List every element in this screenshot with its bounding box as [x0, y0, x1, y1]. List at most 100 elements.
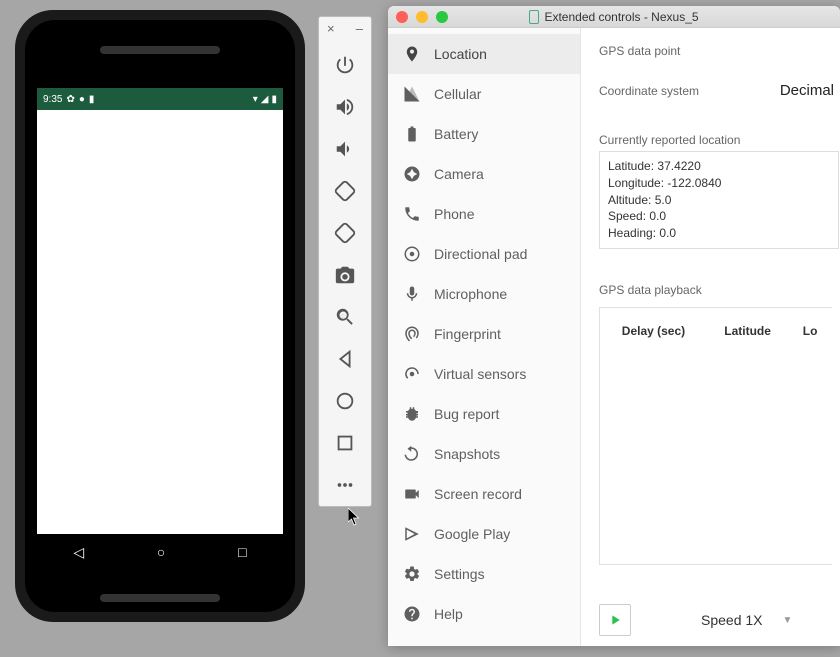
overview-icon[interactable]	[334, 432, 356, 454]
sidebar-item-google-play[interactable]: Google Play	[388, 514, 580, 554]
alt-label: Altitude:	[608, 193, 651, 207]
col-longitude[interactable]: Lo	[790, 310, 830, 352]
home-icon[interactable]	[334, 390, 356, 412]
sidebar-item-label: Help	[434, 606, 463, 622]
sidebar-item-label: Microphone	[434, 286, 507, 302]
wifi-icon: ▾	[253, 94, 258, 105]
extended-controls-window: Extended controls - Nexus_5 Location Cel…	[388, 6, 840, 646]
emulator-device-frame: 9:35 ✿ ● ▮ ▾ ◢ ▮ ◁ ○ □	[15, 10, 305, 622]
lon-value: -122.0840	[667, 176, 721, 190]
sidebar-item-dpad[interactable]: Directional pad	[388, 234, 580, 274]
speed-select[interactable]: Speed 1X ▼	[701, 612, 792, 628]
window-zoom-button[interactable]	[436, 11, 448, 23]
sidebar-item-location[interactable]: Location	[388, 34, 580, 74]
microphone-icon	[402, 285, 422, 303]
gear-icon	[402, 565, 422, 583]
sidebar-item-label: Camera	[434, 166, 484, 182]
nav-back-icon[interactable]: ◁	[73, 544, 84, 561]
sidebar-item-screen-record[interactable]: Screen record	[388, 474, 580, 514]
sidebar-item-label: Google Play	[434, 526, 510, 542]
record-icon	[402, 485, 422, 503]
playback-heading: GPS data playback	[599, 283, 840, 297]
sidebar-item-cellular[interactable]: Cellular	[388, 74, 580, 114]
coord-system-select[interactable]: Decimal	[774, 78, 840, 103]
sidebar-item-virtual-sensors[interactable]: Virtual sensors	[388, 354, 580, 394]
col-delay[interactable]: Delay (sec)	[602, 310, 705, 352]
rotate-right-icon[interactable]	[334, 222, 356, 244]
sidebar-item-label: Battery	[434, 126, 478, 142]
fingerprint-icon	[402, 325, 422, 343]
back-icon[interactable]	[334, 348, 356, 370]
battery-icon: ▮	[271, 94, 277, 105]
app-viewport[interactable]	[37, 110, 283, 534]
lat-label: Latitude:	[608, 159, 654, 173]
sidebar-item-bug-report[interactable]: Bug report	[388, 394, 580, 434]
power-icon[interactable]	[334, 54, 356, 76]
window-close-button[interactable]	[396, 11, 408, 23]
android-status-bar: 9:35 ✿ ● ▮ ▾ ◢ ▮	[37, 88, 283, 110]
sidebar-item-label: Location	[434, 46, 487, 62]
device-inner: 9:35 ✿ ● ▮ ▾ ◢ ▮ ◁ ○ □	[25, 20, 295, 612]
sidebar-item-label: Snapshots	[434, 446, 500, 462]
window-app-icon	[529, 10, 539, 24]
gps-data-point-heading: GPS data point	[599, 44, 840, 58]
extended-controls-content: GPS data point Coordinate system Decimal…	[581, 28, 840, 646]
sidebar-item-label: Phone	[434, 206, 474, 222]
signal-icon: ◢	[261, 94, 269, 105]
cellular-icon	[402, 85, 422, 103]
device-screen[interactable]: 9:35 ✿ ● ▮ ▾ ◢ ▮ ◁ ○ □	[37, 88, 283, 570]
window-titlebar[interactable]: Extended controls - Nexus_5	[388, 6, 840, 28]
volume-up-icon[interactable]	[334, 96, 356, 118]
speed-label: Speed 1X	[701, 612, 763, 628]
google-play-icon	[402, 525, 422, 543]
playback-table: Delay (sec) Latitude Lo	[599, 307, 832, 565]
zoom-icon[interactable]	[334, 306, 356, 328]
nav-home-icon[interactable]: ○	[157, 544, 165, 560]
hdg-label: Heading:	[608, 226, 656, 240]
sidebar-item-label: Screen record	[434, 486, 522, 502]
sidebar-item-battery[interactable]: Battery	[388, 114, 580, 154]
android-nav-bar: ◁ ○ □	[37, 534, 283, 570]
help-icon	[402, 605, 422, 623]
play-button[interactable]	[599, 604, 631, 636]
window-minimize-button[interactable]	[416, 11, 428, 23]
status-time: 9:35	[43, 94, 62, 105]
emulator-toolbar: × –	[318, 16, 372, 507]
reported-location-box: Latitude: 37.4220 Longitude: -122.0840 A…	[599, 151, 839, 249]
dpad-icon	[402, 245, 422, 263]
cursor-icon	[348, 508, 362, 526]
lock-status-icon: ▮	[89, 94, 95, 105]
sidebar-item-label: Settings	[434, 566, 485, 582]
sidebar-item-label: Fingerprint	[434, 326, 501, 342]
sidebar-item-camera[interactable]: Camera	[388, 154, 580, 194]
bug-icon	[402, 405, 422, 423]
volume-down-icon[interactable]	[334, 138, 356, 160]
alt-value: 5.0	[655, 193, 672, 207]
sidebar-item-label: Cellular	[434, 86, 481, 102]
camera-icon	[402, 165, 422, 183]
spd-value: 0.0	[649, 209, 666, 223]
sidebar-item-phone[interactable]: Phone	[388, 194, 580, 234]
sidebar-item-help[interactable]: Help	[388, 594, 580, 634]
hdg-value: 0.0	[659, 226, 676, 240]
emulator-minimize-button[interactable]: –	[356, 21, 363, 36]
sidebar-item-label: Bug report	[434, 406, 499, 422]
rotate-left-icon[interactable]	[334, 180, 356, 202]
lat-value: 37.4220	[657, 159, 700, 173]
nav-recent-icon[interactable]: □	[238, 544, 246, 560]
screenshot-icon[interactable]	[334, 264, 356, 286]
sidebar-item-settings[interactable]: Settings	[388, 554, 580, 594]
sidebar-item-snapshots[interactable]: Snapshots	[388, 434, 580, 474]
sidebar-item-microphone[interactable]: Microphone	[388, 274, 580, 314]
window-title: Extended controls - Nexus_5	[544, 10, 698, 24]
sidebar-item-label: Virtual sensors	[434, 366, 526, 382]
sidebar-item-fingerprint[interactable]: Fingerprint	[388, 314, 580, 354]
speaker-top	[100, 46, 220, 54]
emulator-close-button[interactable]: ×	[327, 21, 335, 36]
coord-system-label: Coordinate system	[599, 84, 699, 98]
circle-status-icon: ●	[79, 94, 85, 105]
snapshot-icon	[402, 445, 422, 463]
col-latitude[interactable]: Latitude	[707, 310, 788, 352]
more-icon[interactable]	[334, 474, 356, 496]
speaker-bottom	[100, 594, 220, 602]
